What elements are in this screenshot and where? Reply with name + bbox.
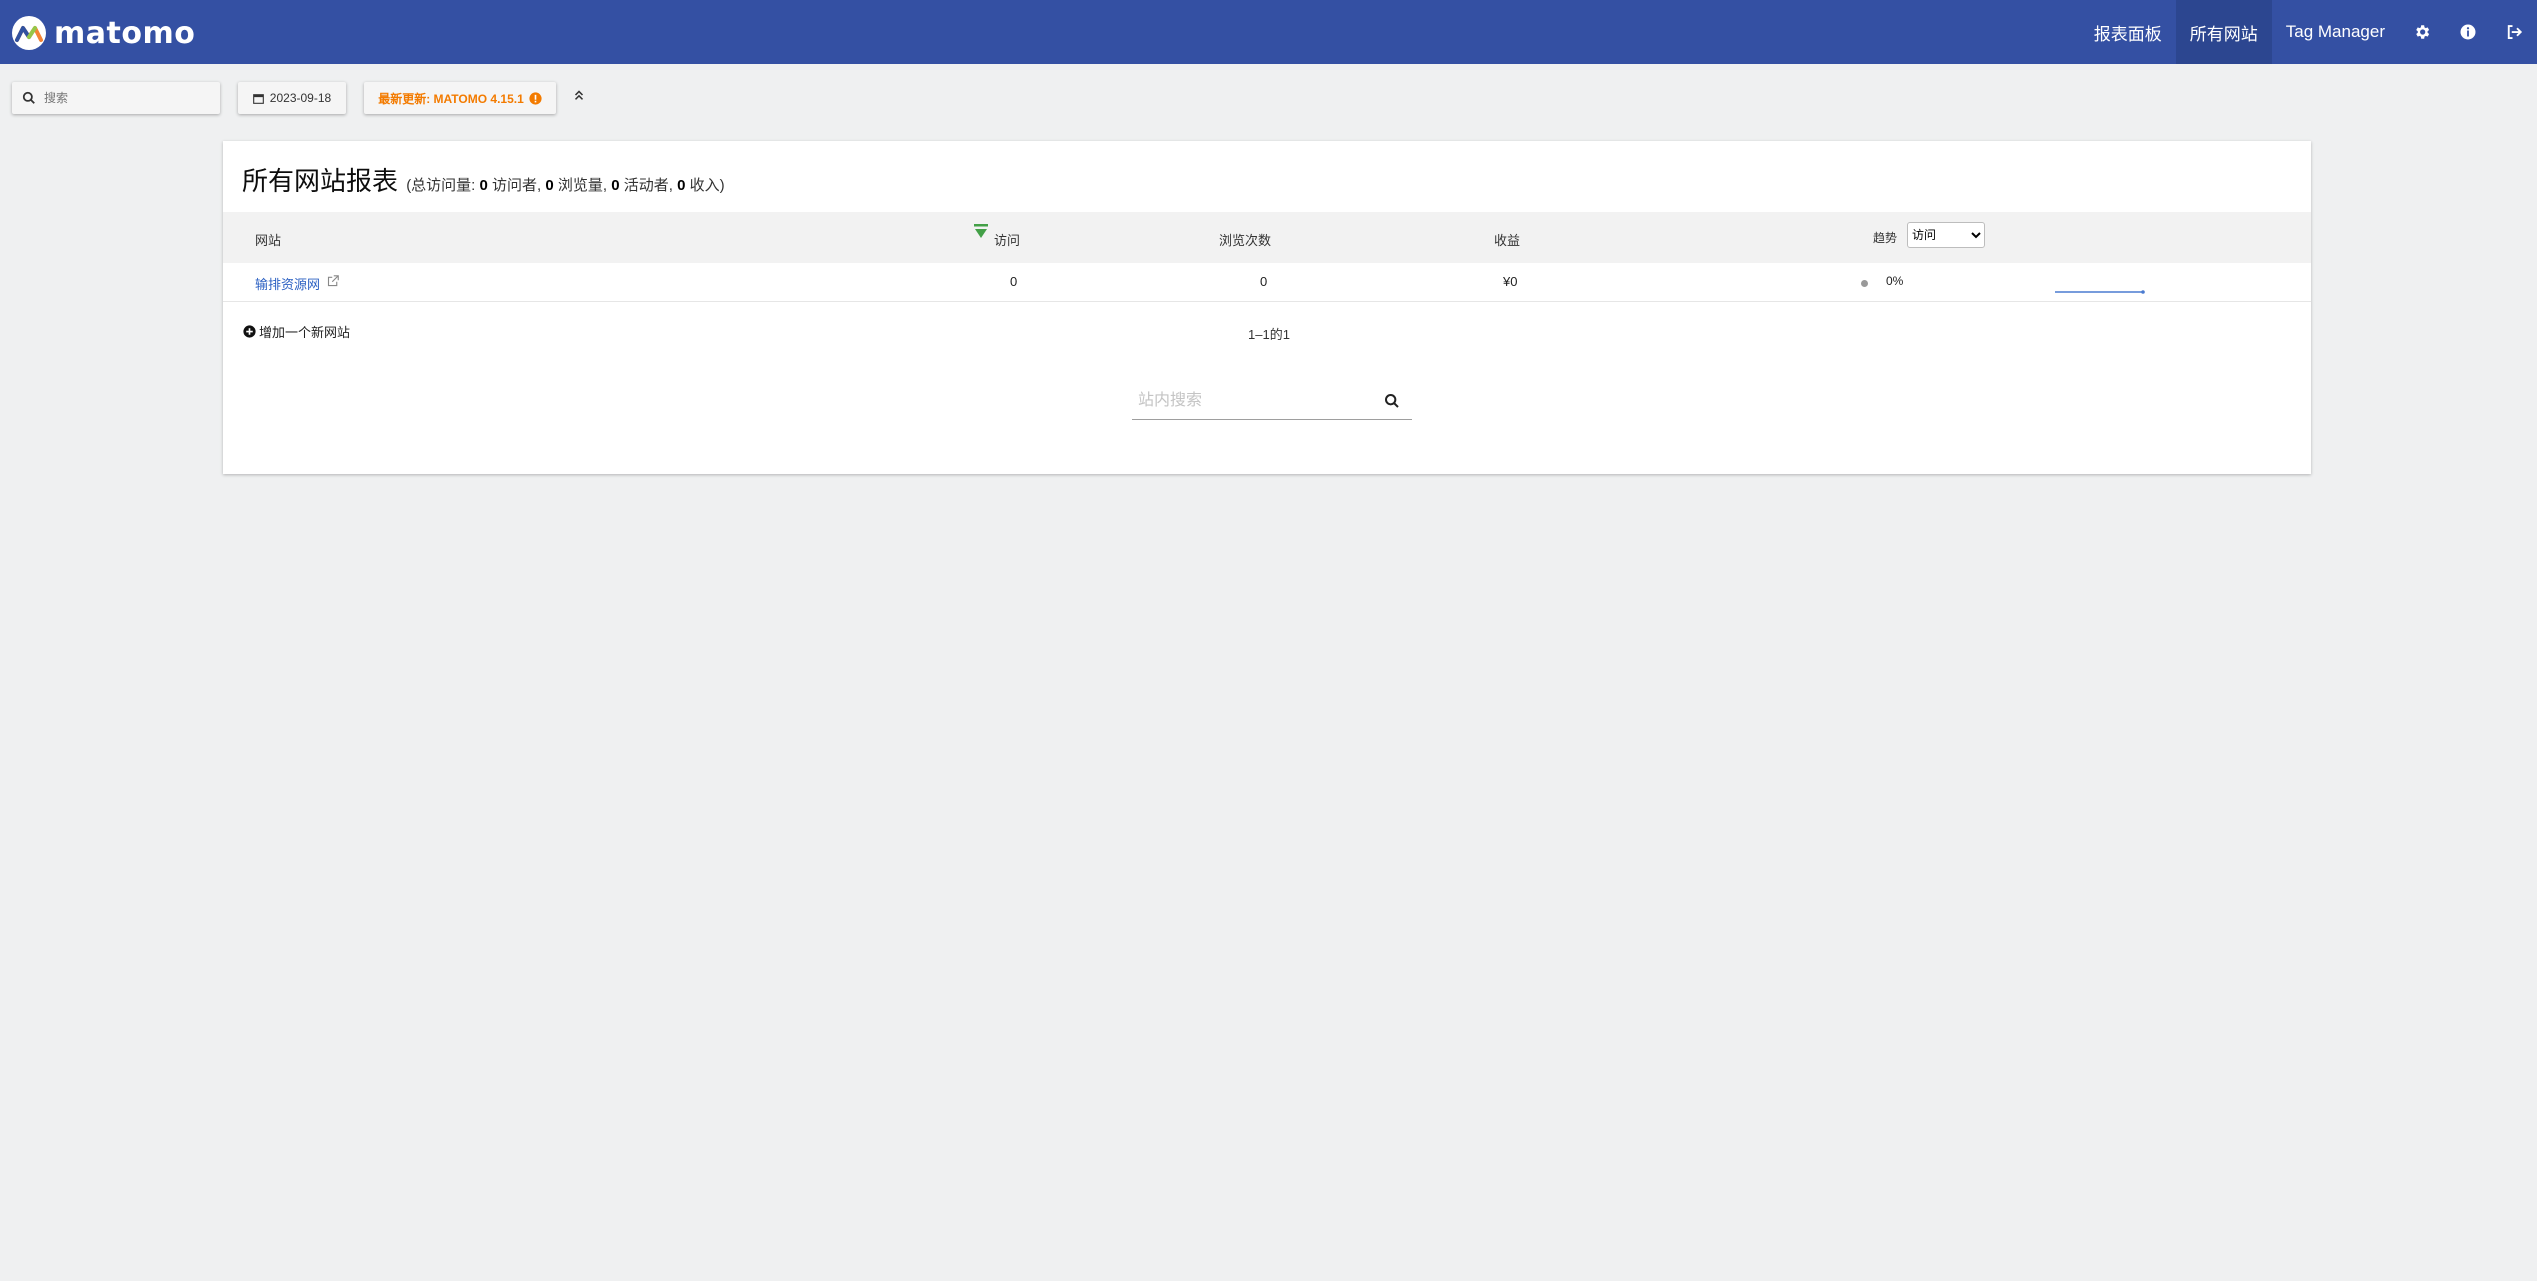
search-icon bbox=[22, 91, 35, 104]
add-new-website-button[interactable]: 增加一个新网站 bbox=[243, 322, 350, 341]
sort-desc-icon[interactable] bbox=[973, 224, 989, 241]
site-trend-value: 0% bbox=[1886, 274, 1904, 288]
update-notice-text: 最新更新: MATOMO 4.15.1 bbox=[378, 91, 524, 106]
sign-out-icon bbox=[2507, 25, 2523, 39]
total-pageviews: 0 bbox=[545, 177, 554, 194]
update-notice-button[interactable]: 最新更新: MATOMO 4.15.1 bbox=[364, 82, 556, 114]
sign-out-button[interactable] bbox=[2491, 0, 2537, 64]
table-header: 网站 访问 浏览次数 收益 趋势 访问 bbox=[223, 212, 2311, 263]
website-search-input[interactable] bbox=[42, 90, 216, 106]
plus-circle-icon bbox=[243, 325, 256, 338]
nav-item-tag-manager[interactable]: Tag Manager bbox=[2272, 0, 2399, 64]
help-button[interactable] bbox=[2445, 0, 2491, 64]
trend-neutral-dot bbox=[1861, 280, 1868, 287]
external-link-icon[interactable] bbox=[327, 275, 339, 287]
gear-icon bbox=[2416, 25, 2430, 39]
settings-button[interactable] bbox=[2399, 0, 2445, 64]
column-header-pageviews[interactable]: 浏览次数 bbox=[1219, 230, 1271, 249]
table-row: 输排资源网 0 0 ¥0 0% bbox=[223, 263, 2311, 302]
report-title: 所有网站报表 bbox=[242, 166, 399, 196]
add-new-website-label: 增加一个新网站 bbox=[259, 325, 351, 340]
nav-item-all-websites[interactable]: 所有网站 bbox=[2175, 0, 2272, 64]
column-header-trend: 趋势 bbox=[1873, 231, 1898, 245]
site-revenue: ¥0 bbox=[1503, 274, 1518, 289]
chevron-double-up-icon bbox=[574, 90, 584, 100]
website-search[interactable] bbox=[12, 82, 220, 114]
matomo-logo-icon bbox=[12, 16, 46, 50]
column-header-website[interactable]: 网站 bbox=[255, 230, 281, 249]
total-visits: 0 bbox=[479, 177, 488, 194]
logo-text: matomo bbox=[54, 15, 196, 51]
site-search-box bbox=[1132, 385, 1412, 420]
site-visits: 0 bbox=[1010, 274, 1018, 289]
site-search-input[interactable] bbox=[1136, 391, 1370, 411]
calendar-icon bbox=[252, 93, 264, 104]
matomo-logo[interactable]: matomo bbox=[12, 15, 196, 51]
report-title-line: 所有网站报表 (总访问量: 0 访问者, 0 浏览量, 0 活动者, 0 收入) bbox=[242, 161, 725, 198]
nav-item-dashboard[interactable]: 报表面板 bbox=[2080, 0, 2176, 64]
pagination-info: 1–1的1 bbox=[1248, 327, 1290, 342]
trend-metric-select[interactable]: 访问 bbox=[1907, 222, 1985, 248]
warning-icon bbox=[529, 91, 542, 105]
all-websites-card: 所有网站报表 (总访问量: 0 访问者, 0 浏览量, 0 活动者, 0 收入)… bbox=[223, 141, 2311, 474]
site-pageviews: 0 bbox=[1260, 274, 1268, 289]
sparkline[interactable] bbox=[2055, 289, 2147, 295]
date-picker-button[interactable]: 2023-09-18 bbox=[238, 82, 346, 114]
column-header-revenue[interactable]: 收益 bbox=[1494, 230, 1520, 249]
top-nav: 报表面板 所有网站 Tag Manager bbox=[2080, 0, 2537, 64]
column-header-visits[interactable]: 访问 bbox=[994, 230, 1020, 249]
collapse-toolbar-button[interactable] bbox=[572, 88, 590, 106]
selected-date: 2023-09-18 bbox=[269, 91, 332, 105]
search-icon[interactable] bbox=[1384, 393, 1400, 409]
total-revenue: 0 bbox=[677, 177, 686, 194]
site-link[interactable]: 输排资源网 bbox=[255, 274, 320, 293]
top-bar: matomo 报表面板 所有网站 Tag Manager bbox=[0, 0, 2537, 64]
info-icon bbox=[2460, 24, 2476, 40]
total-actions: 0 bbox=[611, 177, 620, 194]
report-summary: (总访问量: 0 访问者, 0 浏览量, 0 活动者, 0 收入) bbox=[406, 177, 725, 194]
